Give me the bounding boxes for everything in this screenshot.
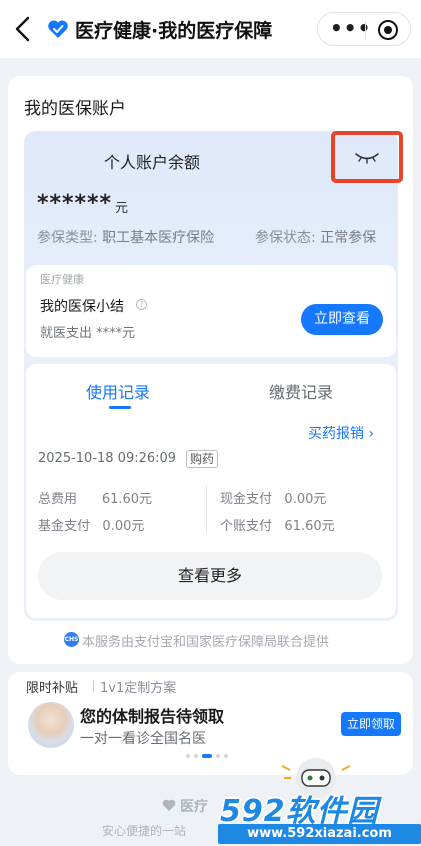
view-now-button[interactable]: 立即查看 (301, 304, 383, 335)
medical-summary-card: 医疗健康 我的医保小结 ? 就医支出 ****元 立即查看 (26, 265, 396, 357)
balance-label: 个人账户余额 (104, 153, 201, 172)
eye-toggle-highlight[interactable] (331, 131, 403, 183)
total-fee-label: 总费用 (38, 492, 78, 507)
buy-medicine-reimburse-link[interactable]: 买药报销 › (308, 423, 374, 443)
fund-pay: 基金支付 0.00元 (38, 515, 144, 534)
claim-now-button[interactable]: 立即领取 (341, 712, 401, 736)
personal-pay: 个账支付 61.60元 (220, 515, 335, 534)
closed-eye-icon[interactable] (353, 149, 381, 165)
buy-link-label: 买药报销 (308, 426, 364, 442)
summary-source: 医疗健康 (40, 273, 84, 286)
section-title: 我的医保账户 (24, 99, 126, 119)
summary-subtitle: 就医支出 ****元 (40, 326, 136, 341)
insurance-type-label: 参保类型: (37, 230, 98, 246)
cash-pay-label: 现金支付 (220, 492, 273, 507)
promo-plan: 1v1定制方案 (100, 681, 177, 696)
doctor-avatar (28, 702, 74, 748)
capsule-divider (365, 21, 366, 39)
tab-payment-records[interactable]: 缴费记录 (269, 379, 333, 403)
service-note: 本服务由支付宝和国家医疗保障局联合提供 (82, 635, 330, 650)
records-panel: 使用记录 缴费记录 买药报销 › 2025-10-18 09:26:09 购药 … (26, 364, 396, 618)
balance-panel: 个人账户余额 ****** 元 参保类型: 职工基本医疗保险 参保状态: 正常参… (24, 131, 403, 621)
carousel-dot[interactable] (216, 754, 220, 758)
fund-pay-value: 0.00元 (102, 519, 145, 534)
page-title: 医疗健康·我的医疗保障 (75, 20, 273, 42)
bottom-tagline: 安心便捷的一站 (102, 824, 187, 838)
back-arrow-icon[interactable] (12, 15, 34, 43)
carousel-dot[interactable] (194, 754, 198, 758)
cash-pay-value: 0.00元 (284, 492, 327, 507)
personal-pay-value: 61.60元 (284, 519, 335, 534)
total-fee: 总费用 61.60元 (38, 488, 152, 507)
promo-title: 您的体制报告待领取 (80, 707, 225, 726)
record-time: 2025-10-18 09:26:09 (38, 451, 177, 466)
view-more-button[interactable]: 查看更多 (38, 552, 382, 600)
balance-amount: ****** (37, 191, 113, 216)
heart-logo-icon (162, 799, 176, 811)
carousel-dots[interactable] (186, 754, 246, 760)
balance-unit: 元 (115, 201, 129, 216)
promo-separator (93, 680, 94, 692)
carousel-dot[interactable] (186, 754, 190, 758)
summary-title: 我的医保小结 (40, 299, 124, 315)
insurance-status-value: 正常参保 (320, 230, 377, 246)
tab-usage-records[interactable]: 使用记录 (86, 379, 150, 403)
personal-pay-label: 个账支付 (220, 519, 273, 534)
carousel-dot-active[interactable] (202, 754, 212, 758)
insurance-type: 参保类型: 职工基本医疗保险 (37, 227, 214, 247)
more-dots-icon[interactable]: ••• (330, 18, 370, 41)
promo-subtitle: 一对一看诊全国名医 (80, 731, 206, 747)
record-tag: 购药 (186, 450, 219, 468)
heart-logo-icon (48, 20, 68, 38)
top-bar: 医疗健康·我的医疗保障 ••• (0, 0, 421, 58)
carousel-dot[interactable] (224, 754, 228, 758)
fund-pay-label: 基金支付 (38, 519, 91, 534)
site-watermark: 592软件园 www.592xiazai.com (212, 784, 421, 846)
medical-account-card: 我的医保账户 个人账户余额 ****** 元 参保类型: 职工基本医疗保险 参保… (8, 76, 413, 664)
insurance-type-value: 职工基本医疗保险 (102, 230, 215, 246)
active-tab-indicator (109, 406, 131, 409)
watermark-url: www.592xiazai.com (218, 824, 421, 844)
chs-logo-icon: CHS (64, 632, 79, 647)
miniapp-capsule: ••• (317, 12, 411, 46)
target-circle-icon[interactable] (377, 19, 399, 41)
insurance-status: 参保状态: 正常参保 (255, 227, 376, 247)
insurance-status-label: 参保状态: (255, 230, 316, 246)
total-fee-value: 61.60元 (101, 492, 153, 507)
info-icon[interactable]: ? (136, 299, 147, 310)
cash-pay: 现金支付 0.00元 (220, 488, 326, 507)
record-divider (206, 485, 207, 533)
promo-tag: 限时补贴 (26, 681, 79, 696)
bottom-brand: 医疗 (180, 799, 208, 815)
chevron-right-icon: › (368, 426, 375, 442)
